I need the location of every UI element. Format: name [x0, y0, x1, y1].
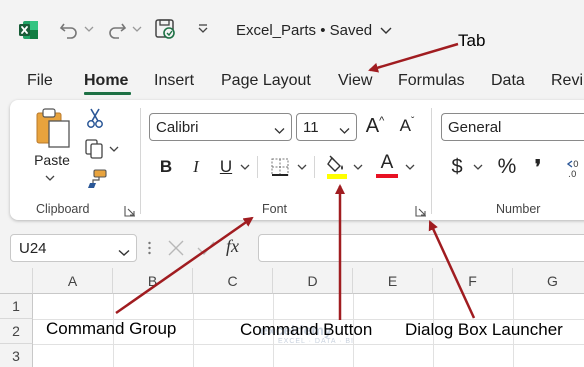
clipboard-dialog-launcher-icon[interactable] — [124, 205, 136, 217]
increase-font-size-button[interactable]: A ^ — [362, 112, 388, 140]
tab-home[interactable]: Home — [84, 72, 128, 90]
formula-input[interactable] — [258, 234, 584, 262]
grow-font-letter: A — [365, 114, 380, 137]
ribbon-tabs: File Home Insert Page Layout View Formul… — [0, 62, 584, 98]
number-format-combobox[interactable]: General — [441, 113, 584, 141]
command-button-annotation: Command Button — [240, 320, 373, 339]
font-size-combobox[interactable]: 11 — [296, 113, 357, 141]
command-group-annotation: Command Group — [46, 319, 177, 338]
dialog-box-launcher-annotation: Dialog Box Launcher — [405, 320, 563, 339]
tab-file[interactable]: File — [27, 72, 53, 90]
paste-button[interactable]: Paste — [32, 150, 72, 170]
copy-icon[interactable] — [82, 137, 106, 161]
ribbon-home: Paste Clipboard Calibri 11 A^ Aˇ B I U — [10, 100, 584, 220]
currency-dropdown-icon[interactable] — [472, 162, 484, 172]
autosave-icon[interactable] — [154, 16, 176, 42]
column-header[interactable]: E — [353, 268, 433, 294]
row-header[interactable]: 2 — [0, 319, 33, 344]
tab-review[interactable]: Revi — [551, 72, 583, 90]
excel-logo-icon — [19, 21, 38, 39]
redo-dropdown-icon[interactable] — [132, 16, 142, 42]
column-header[interactable]: B — [113, 268, 193, 294]
redo-icon[interactable] — [106, 16, 128, 42]
insert-function-button[interactable]: fx — [226, 236, 254, 260]
italic-button[interactable]: I — [184, 153, 208, 181]
shrink-font-letter: A — [399, 116, 411, 135]
format-painter-icon[interactable] — [84, 168, 108, 190]
tab-page-layout[interactable]: Page Layout — [221, 72, 311, 90]
divider — [314, 156, 315, 178]
group-separator — [140, 108, 141, 214]
font-group-label: Font — [262, 202, 288, 216]
column-header[interactable]: C — [193, 268, 273, 294]
copy-dropdown-icon[interactable] — [108, 144, 120, 154]
font-color-swatch — [376, 174, 398, 178]
borders-dropdown-icon[interactable] — [296, 162, 308, 172]
select-all-corner[interactable] — [0, 268, 33, 294]
column-header[interactable]: D — [273, 268, 353, 294]
font-color-dropdown-icon[interactable] — [404, 162, 416, 172]
name-box-value: U24 — [19, 240, 47, 257]
number-format-value: General — [448, 119, 502, 136]
document-title-text: Excel_Parts • Saved — [236, 22, 373, 39]
paste-dropdown-icon[interactable] — [43, 172, 57, 184]
font-name-combobox[interactable]: Calibri — [149, 113, 292, 141]
cut-icon[interactable] — [84, 106, 106, 130]
tab-data[interactable]: Data — [491, 72, 525, 90]
undo-dropdown-icon[interactable] — [84, 16, 94, 42]
tab-view[interactable]: View — [338, 72, 372, 90]
enter-icon[interactable] — [196, 238, 218, 258]
font-name-value: Calibri — [156, 119, 199, 136]
formula-bar-grip-icon[interactable] — [148, 240, 151, 256]
currency-button[interactable]: $ — [446, 153, 468, 181]
cancel-icon[interactable] — [166, 238, 188, 258]
chevron-down-icon — [380, 22, 392, 39]
chevron-down-icon — [118, 244, 130, 261]
percent-button[interactable]: % — [494, 153, 520, 181]
chevron-down-icon — [339, 122, 350, 139]
underline-button[interactable]: U — [214, 153, 238, 181]
tab-annotation: Tab — [458, 31, 486, 50]
comma-style-button[interactable]: ❜ — [528, 153, 548, 181]
clipboard-group-label: Clipboard — [36, 202, 90, 216]
row-header[interactable]: 1 — [0, 294, 33, 319]
title-bar: Excel_Parts • Saved — [0, 0, 584, 62]
group-separator — [431, 108, 432, 214]
bold-button[interactable]: B — [154, 153, 178, 181]
column-header[interactable]: F — [433, 268, 513, 294]
document-title[interactable]: Excel_Parts • Saved — [236, 22, 392, 39]
divider — [257, 156, 258, 178]
column-header[interactable]: G — [513, 268, 584, 294]
number-group-label: Number — [496, 202, 541, 216]
svg-text:.0: .0 — [568, 170, 577, 179]
worksheet-grid[interactable]: A B C D E F G 1 2 3 — [0, 268, 584, 367]
fill-color-dropdown-icon[interactable] — [352, 162, 364, 172]
column-header[interactable]: A — [33, 268, 113, 294]
borders-icon[interactable] — [268, 155, 292, 179]
grid-line — [193, 294, 194, 367]
row-header[interactable]: 3 — [0, 344, 33, 367]
svg-text:0: 0 — [573, 160, 579, 170]
increase-decimal-icon[interactable]: 0.0 — [566, 153, 584, 181]
font-dialog-launcher-icon[interactable] — [415, 205, 427, 217]
tab-formulas[interactable]: Formulas — [398, 72, 465, 90]
underline-dropdown-icon[interactable] — [239, 162, 251, 172]
undo-icon[interactable] — [58, 16, 80, 42]
font-size-value: 11 — [303, 119, 319, 136]
active-tab-indicator — [84, 92, 131, 95]
name-box[interactable]: U24 — [10, 234, 137, 262]
paste-icon[interactable] — [30, 106, 76, 150]
fill-color-icon[interactable] — [324, 153, 350, 181]
chevron-down-icon — [274, 122, 285, 139]
customize-qat-icon[interactable] — [192, 16, 214, 42]
decrease-font-size-button[interactable]: Aˇ — [394, 112, 420, 140]
tab-insert[interactable]: Insert — [154, 72, 194, 90]
font-color-button[interactable]: A — [374, 151, 400, 175]
